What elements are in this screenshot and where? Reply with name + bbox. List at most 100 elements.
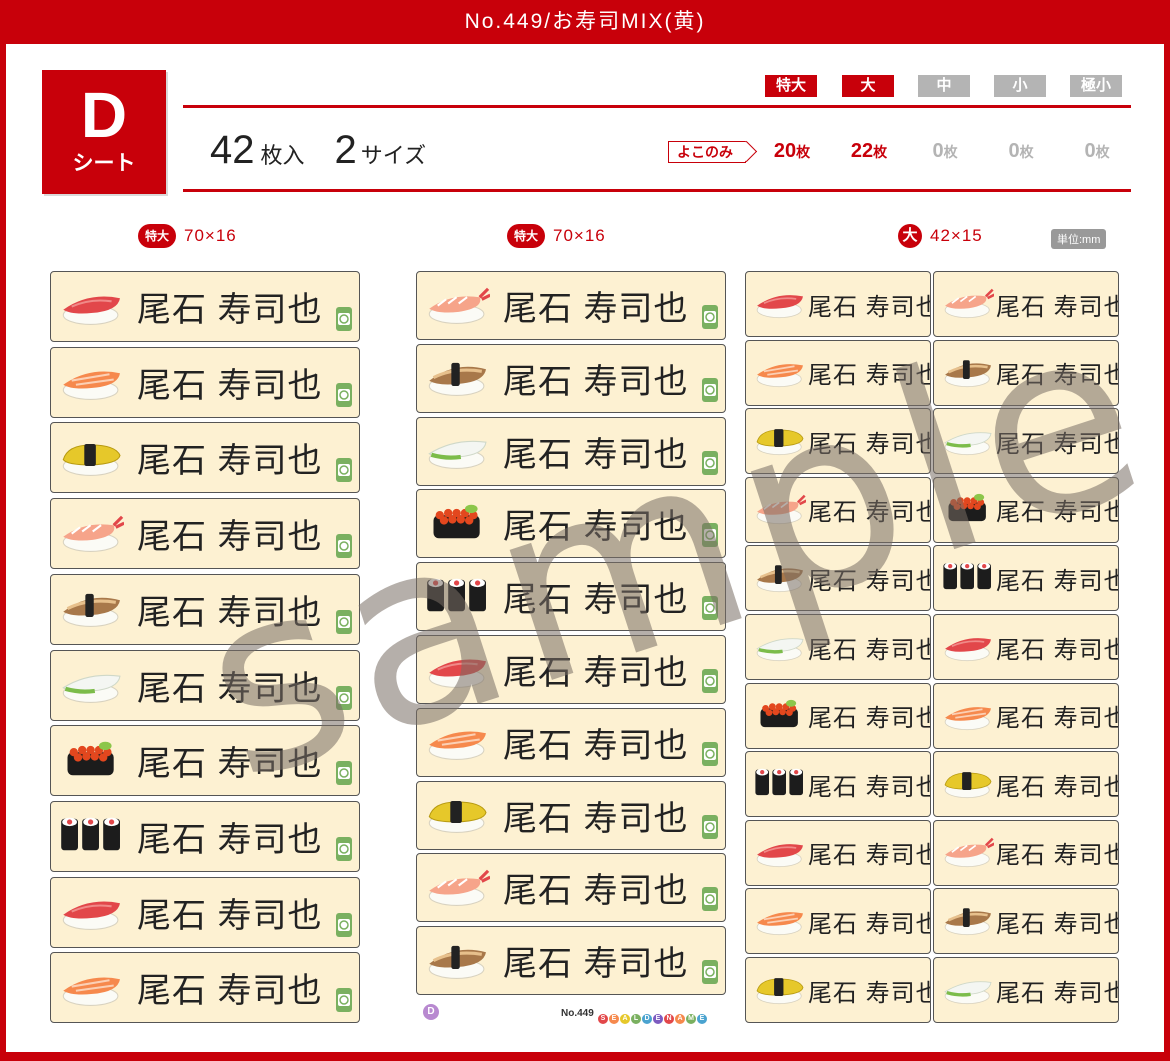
tea-cup-icon	[701, 886, 719, 917]
name-label: 尾石 寿司也	[933, 682, 1119, 749]
sushi-eel-icon	[423, 355, 490, 402]
label-count-unit: 枚入	[260, 143, 305, 168]
sushi-salmon-icon	[752, 902, 806, 941]
name-label: 尾石 寿司也	[745, 819, 931, 886]
sheet-label: シート	[72, 152, 136, 175]
label-name: 尾石 寿司也	[996, 842, 1119, 870]
tea-cup-icon	[701, 522, 719, 553]
label-name: 尾石 寿司也	[808, 979, 931, 1007]
label-count: 42	[210, 128, 255, 172]
footer-sheet-mark: D	[423, 1004, 439, 1020]
sushi-salmon-icon	[57, 359, 124, 406]
label-name: 尾石 寿司也	[137, 291, 323, 329]
name-label: 尾石 寿司也	[933, 339, 1119, 406]
name-label: 尾石 寿司也	[416, 416, 726, 486]
sushi-eel-icon	[940, 353, 994, 392]
brand-letter: M	[686, 1014, 696, 1024]
size-count-value: 0枚	[910, 140, 980, 163]
brand-letter: E	[697, 1014, 707, 1024]
label-name: 尾石 寿司也	[808, 773, 931, 801]
sushi-salmon-icon	[423, 719, 490, 766]
count-number: 0	[1084, 140, 1096, 162]
size-count-value: 0枚	[1062, 140, 1132, 163]
footer-number: No.449	[561, 1008, 594, 1019]
sushi-maki-icon	[940, 559, 994, 598]
count-unit: 枚	[873, 144, 888, 160]
sheet-letter: D	[80, 79, 128, 151]
sushi-tamago-icon	[752, 422, 806, 461]
tea-cup-icon	[335, 609, 353, 640]
sushi-squid-icon	[752, 628, 806, 667]
size-tag: 小	[994, 75, 1046, 97]
sushi-squid-icon	[423, 428, 490, 475]
sushi-squid-icon	[57, 662, 124, 709]
label-name: 尾石 寿司也	[503, 581, 689, 620]
sushi-ikura-icon	[752, 696, 806, 735]
label-name: 尾石 寿司也	[996, 430, 1119, 458]
name-label: 尾石 寿司也	[933, 408, 1119, 475]
name-label: 尾石 寿司也	[745, 339, 931, 406]
sushi-salmon-icon	[57, 964, 124, 1011]
divider	[183, 189, 1131, 192]
brand-letter: A	[620, 1014, 630, 1024]
sushi-tamago-icon	[940, 765, 994, 804]
count-number: 22	[850, 140, 874, 162]
size-badge: 特大	[507, 224, 546, 248]
sushi-tuna-icon	[57, 889, 124, 936]
label-name: 尾石 寿司也	[996, 705, 1119, 733]
unit-note: 単位:mm	[1051, 229, 1107, 249]
label-name: 尾石 寿司也	[137, 442, 323, 481]
sushi-tamago-icon	[57, 434, 124, 481]
orientation-badge: よこのみ	[668, 141, 746, 163]
label-name: 尾石 寿司也	[137, 669, 323, 708]
tea-cup-icon	[701, 450, 719, 481]
label-name: 尾石 寿司也	[996, 362, 1119, 390]
label-name: 尾石 寿司也	[808, 362, 931, 390]
label-name: 尾石 寿司也	[808, 499, 931, 527]
brand-letter: A	[675, 1014, 685, 1024]
label-name: 尾石 寿司也	[503, 945, 689, 984]
column-header: 大 42×15	[898, 224, 983, 248]
brand-letter: E	[609, 1014, 619, 1024]
sushi-squid-icon	[940, 971, 994, 1010]
sheet-type-badge: D シート	[42, 70, 166, 194]
sushi-shrimp-icon	[752, 490, 807, 529]
tea-cup-icon	[335, 306, 353, 337]
sushi-ikura-icon	[940, 490, 994, 529]
tea-cup-icon	[701, 595, 719, 626]
size-tag: 中	[918, 75, 970, 97]
label-name: 尾石 寿司也	[137, 972, 323, 1011]
label-name: 尾石 寿司也	[808, 567, 931, 595]
name-label: 尾石 寿司也	[933, 819, 1119, 886]
label-name: 尾石 寿司也	[503, 290, 689, 328]
tea-cup-icon	[335, 533, 353, 564]
count-unit: 枚	[1019, 144, 1034, 160]
name-label: 尾石 寿司也	[933, 271, 1119, 337]
label-name: 尾石 寿司也	[137, 593, 323, 632]
name-label: 尾石 寿司也	[416, 635, 726, 704]
name-label: 尾石 寿司也	[50, 498, 360, 570]
label-name: 尾石 寿司也	[503, 872, 689, 911]
sushi-maki-icon	[57, 813, 124, 860]
label-name: 尾石 寿司也	[996, 567, 1119, 595]
label-name: 尾石 寿司也	[808, 910, 931, 938]
size-count-value: 20枚	[757, 140, 827, 163]
sushi-shrimp-icon	[423, 282, 491, 329]
count-number: 0	[932, 140, 944, 162]
name-label: 尾石 寿司也	[416, 780, 726, 850]
column-header: 特大 70×16	[138, 224, 237, 248]
name-label: 尾石 寿司也	[50, 422, 360, 494]
name-label: 尾石 寿司也	[50, 573, 360, 645]
brand-letter: E	[653, 1014, 663, 1024]
name-label: 尾石 寿司也	[745, 271, 931, 337]
sushi-shrimp-icon	[57, 510, 125, 557]
name-label: 尾石 寿司也	[416, 271, 726, 340]
sushi-tamago-icon	[423, 792, 490, 839]
sushi-eel-icon	[752, 559, 806, 598]
name-label: 尾石 寿司也	[416, 853, 726, 923]
sheet-summary: 42 枚入 2 サイズ	[210, 128, 426, 173]
count-unit: 枚	[1095, 144, 1110, 160]
brand-logo: SEALDENAME	[598, 1007, 708, 1025]
label-name: 尾石 寿司也	[996, 636, 1119, 664]
sushi-eel-icon	[57, 586, 124, 633]
